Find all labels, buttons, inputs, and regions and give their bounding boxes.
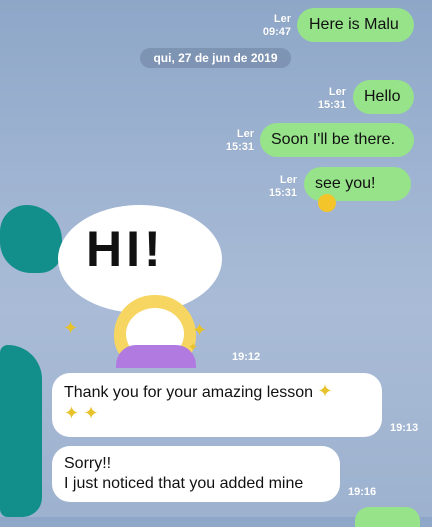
chat-area: Ler 09:47 Here is Malu qui, 27 de jun de … [0,0,432,527]
message-4-text: see you! [315,175,376,192]
wink-emoji-icon [318,194,336,212]
message-5-text: Thank you for your amazing lesson [64,384,314,401]
message-bubble-5[interactable]: Thank you for your amazing lesson ✦ ✦ ✦ [52,373,382,437]
sticker-dress [116,345,196,368]
message-bubble-6[interactable]: Sorry!! I just noticed that you added mi… [52,446,340,502]
sparkle-icon: ✦ [64,403,80,423]
message-5-time: 19:13 [390,422,419,434]
message-6-time: 19:16 [348,486,377,498]
read-receipt-2: Ler 15:31 [317,86,346,111]
sparkle-icon: ✦ [317,381,333,401]
sparkle-icon: ✦ [63,318,79,338]
message-bubble-1[interactable]: Here is Malu [297,8,414,42]
scribble-left-top [0,205,62,273]
read-receipt-4: Ler 15:31 [268,174,297,199]
date-separator: qui, 27 de jun de 2019 [140,48,291,68]
message-6-line-2: I just noticed that you added mine [64,475,304,492]
scribble-left-bottom [0,345,42,517]
sticker-hi-text: HI! [86,221,165,277]
read-receipt-3: Ler 15:31 [225,128,254,153]
sticker-time: 19:12 [232,351,261,363]
sparkle-icon: ✦ [188,340,199,354]
hi-sticker[interactable]: HI! ✦ ✦ ✦ [54,200,234,370]
message-bubble-4[interactable]: see you! [304,167,411,212]
message-bubble-2[interactable]: Hello [353,80,414,114]
message-bubble-3[interactable]: Soon I'll be there. [260,123,414,157]
partial-message-bubble[interactable] [355,507,420,527]
sparkle-icon: ✦ [192,320,208,340]
message-6-line-1: Sorry!! [64,455,112,472]
sparkle-icon: ✦ [83,403,99,423]
read-receipt-1: Ler 09:47 [262,13,291,38]
